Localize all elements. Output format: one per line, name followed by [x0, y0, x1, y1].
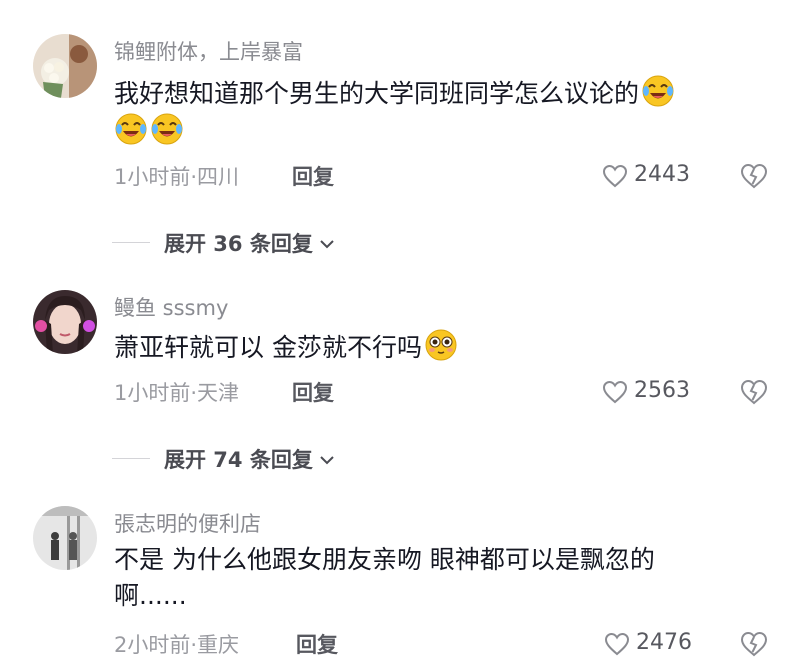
laugh-cry-emoji-icon [151, 113, 183, 145]
broken-heart-icon[interactable] [740, 631, 768, 657]
comment-time-location: 2小时前·重庆 [114, 633, 240, 657]
broken-heart-icon[interactable] [740, 379, 768, 405]
like-count: 2563 [634, 378, 690, 403]
like-count: 2476 [636, 630, 692, 655]
expand-replies-button[interactable]: 展开 74 条回复 [112, 444, 372, 474]
comment-time-location: 1小时前·天津 [114, 381, 240, 405]
avatar[interactable] [33, 290, 97, 354]
heart-outline-icon[interactable] [602, 164, 628, 188]
divider-line [112, 458, 150, 459]
shy-emoji-icon [425, 329, 457, 361]
comment-text: 萧亚轩就可以 金莎就不行吗 [114, 328, 754, 366]
comment-username[interactable]: 鳗鱼 sssmy [114, 292, 228, 322]
comment-text-line: 不是 为什么他跟女朋友亲吻 眼神都可以是飘忽的 [114, 545, 655, 574]
comment-item: 張志明的便利店 不是 为什么他跟女朋友亲吻 眼神都可以是飘忽的 啊...... … [0, 506, 800, 666]
reply-button[interactable]: 回复 [292, 161, 334, 191]
comment-username[interactable]: 锦鲤附体，上岸暴富 [114, 36, 303, 66]
comment-text-line: 我好想知道那个男生的大学同班同学怎么议论的 [114, 79, 640, 108]
expand-replies-button[interactable]: 展开 36 条回复 [112, 228, 372, 258]
divider-line [112, 242, 150, 243]
heart-outline-icon[interactable] [602, 380, 628, 404]
avatar[interactable] [33, 34, 97, 98]
reply-button[interactable]: 回复 [292, 377, 334, 407]
laugh-cry-emoji-icon [642, 75, 674, 107]
comment-time-location: 1小时前·四川 [114, 165, 240, 189]
broken-heart-icon[interactable] [740, 163, 768, 189]
expand-replies-label[interactable]: 展开 36 条回复 [164, 228, 335, 258]
expand-replies-label[interactable]: 展开 74 条回复 [164, 444, 335, 474]
comment-username[interactable]: 張志明的便利店 [114, 508, 261, 538]
comment-text: 我好想知道那个男生的大学同班同学怎么议论的 [114, 74, 754, 150]
avatar[interactable] [33, 506, 97, 570]
comment-text-line: 萧亚轩就可以 金莎就不行吗 [114, 333, 422, 362]
comment-item: 锦鲤附体，上岸暴富 我好想知道那个男生的大学同班同学怎么议论的 1小时前·四川 … [0, 34, 800, 234]
heart-outline-icon[interactable] [604, 632, 630, 656]
like-count: 2443 [634, 162, 690, 187]
chevron-down-icon [320, 456, 334, 465]
chevron-down-icon [320, 240, 334, 249]
reply-button[interactable]: 回复 [296, 629, 338, 659]
comment-text-line: 啊...... [114, 581, 187, 610]
laugh-cry-emoji-icon [115, 113, 147, 145]
comment-item: 鳗鱼 sssmy 萧亚轩就可以 金莎就不行吗 1小时前·天津 回复 2563 [0, 290, 800, 420]
comment-text: 不是 为什么他跟女朋友亲吻 眼神都可以是飘忽的 啊...... [114, 542, 754, 614]
